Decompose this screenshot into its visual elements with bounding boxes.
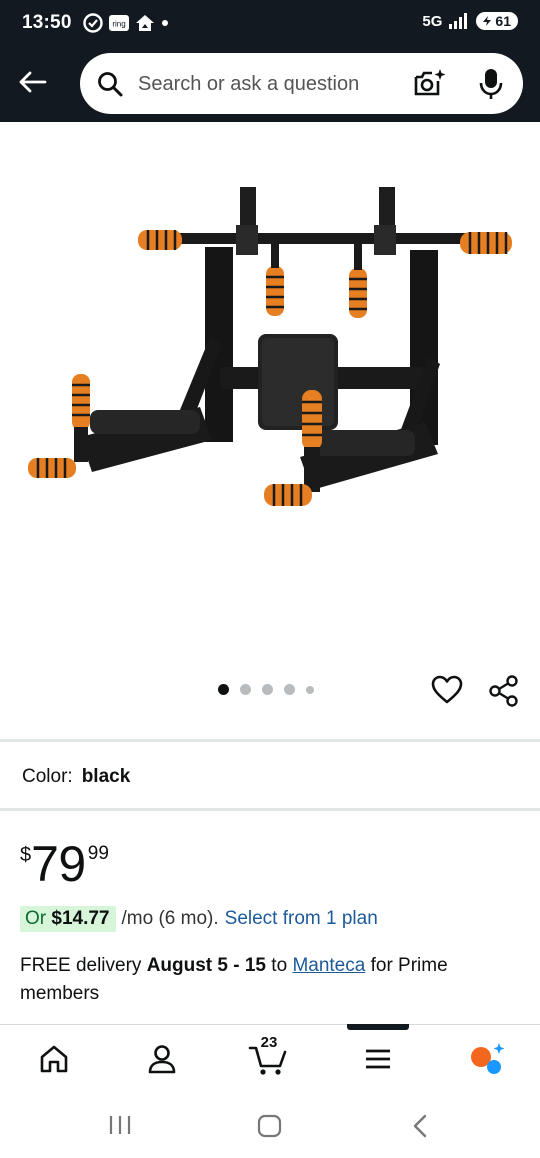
recent-apps-icon	[109, 1116, 131, 1134]
voice-search-button[interactable]	[478, 67, 504, 106]
price-whole: 79	[31, 836, 86, 892]
delivery-prefix: FREE delivery	[20, 955, 142, 976]
menu-icon	[366, 1049, 390, 1069]
nav-cart[interactable]: 23	[243, 1034, 293, 1079]
status-icons-right: 5G 61	[422, 12, 518, 30]
ring-icon: ring	[108, 13, 130, 33]
price-fraction: 99	[87, 843, 109, 864]
delivery-to: to	[271, 955, 288, 976]
color-label: Color:	[22, 766, 73, 787]
network-label: 5G	[422, 12, 443, 30]
nav-menu[interactable]	[353, 1039, 403, 1079]
delivery-location-link[interactable]: Manteca	[292, 955, 365, 976]
dot-icon	[160, 18, 170, 28]
cart-count: 23	[260, 1034, 278, 1051]
camera-icon	[414, 69, 446, 96]
color-value: black	[81, 766, 131, 787]
account-icon	[148, 1045, 176, 1074]
nav-rufus[interactable]	[462, 1039, 512, 1079]
select-plan-link[interactable]: Select from 1 plan	[225, 908, 378, 930]
installment-badge: Or $14.77	[20, 906, 116, 932]
share-button[interactable]	[488, 675, 520, 712]
sync-icon	[82, 12, 104, 34]
system-nav	[0, 1092, 540, 1158]
system-home-icon	[257, 1114, 282, 1138]
recent-apps-button[interactable]	[108, 1114, 132, 1141]
divider	[0, 808, 540, 811]
svg-text:ring: ring	[112, 20, 125, 29]
signal-icon	[448, 12, 470, 30]
wishlist-button[interactable]	[431, 675, 463, 710]
status-bar: 13:50 ring 5G 61	[0, 0, 540, 46]
microphone-icon	[479, 69, 503, 99]
image-carousel-dots[interactable]	[218, 684, 314, 695]
installment-or: Or	[25, 908, 47, 929]
product-image[interactable]	[0, 122, 540, 667]
status-icons-left: ring	[82, 12, 170, 34]
bottom-nav: 23	[0, 1024, 540, 1092]
camera-search-button[interactable]	[413, 67, 447, 104]
system-back-icon	[413, 1114, 427, 1138]
color-selector[interactable]: Color: black	[22, 766, 130, 788]
system-home-button[interactable]	[257, 1114, 283, 1143]
home-icon	[40, 1045, 68, 1073]
price: $ 79 99	[20, 836, 109, 892]
back-button[interactable]	[14, 64, 50, 100]
installment-term: /mo (6 mo).	[121, 908, 219, 929]
home-alert-icon	[134, 13, 156, 33]
installment-offer: Or $14.77 /mo (6 mo). Select from 1 plan	[20, 906, 378, 932]
search-header	[0, 46, 540, 122]
search-icon	[96, 70, 124, 103]
carousel-dot-3[interactable]	[262, 684, 273, 695]
divider	[0, 739, 540, 742]
delivery-dates: August 5 - 15	[146, 955, 267, 976]
search-input[interactable]	[138, 71, 400, 97]
delivery-info: FREE delivery August 5 - 15 to Manteca f…	[20, 952, 520, 1008]
status-time: 13:50	[22, 12, 72, 33]
back-arrow-icon	[19, 71, 47, 93]
carousel-dot-1[interactable]	[218, 684, 229, 695]
battery-icon: 61	[476, 12, 518, 30]
pull-up-station-illustration	[28, 187, 512, 506]
installment-amount: $14.77	[51, 908, 110, 929]
nav-home[interactable]	[29, 1039, 79, 1079]
carousel-dot-2[interactable]	[240, 684, 251, 695]
search-box[interactable]	[80, 53, 523, 114]
nav-account[interactable]	[137, 1039, 187, 1079]
battery-level: 61	[495, 13, 511, 29]
share-icon	[489, 675, 518, 707]
heart-icon	[431, 675, 463, 704]
rufus-icon	[471, 1043, 505, 1074]
nav-active-indicator	[347, 1024, 409, 1030]
price-symbol: $	[20, 844, 32, 866]
system-back-button[interactable]	[410, 1114, 430, 1143]
carousel-dot-5[interactable]	[306, 685, 314, 694]
carousel-dot-4[interactable]	[284, 684, 295, 695]
